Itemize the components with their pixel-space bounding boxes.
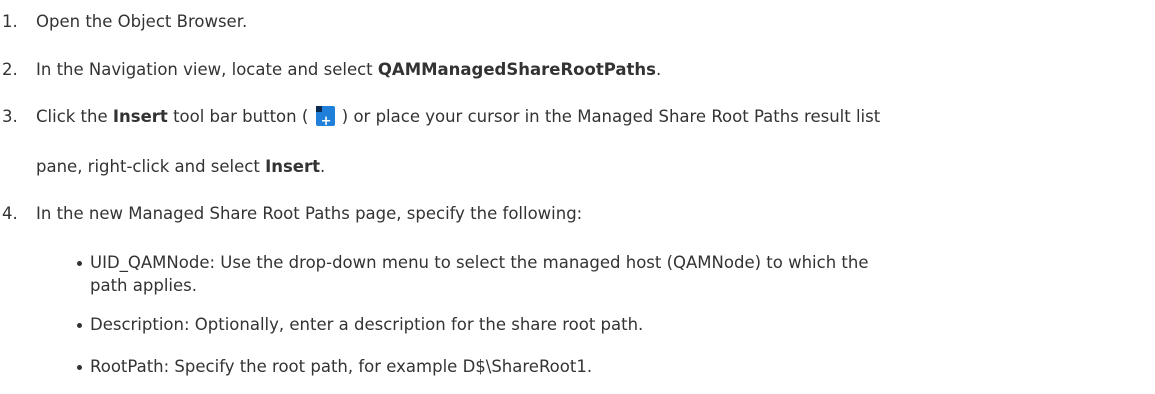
bullet-text: UID_QAMNode: Use the drop-down menu to s… (90, 253, 869, 272)
insert-label: Insert (265, 157, 321, 176)
step-number: 3. (2, 107, 18, 126)
step-1: 1. Open the Object Browser. (2, 10, 247, 34)
bullet-rootpath: RootPath: Specify the root path, for exa… (77, 355, 593, 379)
step-text: pane, right-click and select (36, 157, 266, 176)
step-text: In the new Managed Share Root Paths page… (36, 204, 583, 223)
bullet-description: Description: Optionally, enter a descrip… (77, 313, 644, 337)
step-text-end: . (655, 60, 662, 79)
insert-icon: + (315, 106, 335, 128)
bullet-dot (77, 323, 82, 328)
step-text-mid: tool bar button ( (167, 107, 314, 126)
step-number: 1. (2, 12, 18, 31)
step-2: 2. In the Navigation view, locate and sel… (2, 58, 661, 82)
step-3-continued: pane, right-click and select Insert. (36, 155, 325, 179)
bullet-text: RootPath: Specify the root path, for exa… (90, 357, 593, 376)
step-4: 4. In the new Managed Share Root Paths pa… (2, 202, 582, 226)
step-text: Click the (36, 107, 113, 126)
step-text: Open the Object Browser. (36, 12, 248, 31)
step-text-end: ) or place your cursor in the Managed Sh… (336, 107, 881, 126)
bullet-uid-qamnode-continued: path applies. (90, 274, 197, 298)
bullet-uid-qamnode: UID_QAMNode: Use the drop-down menu to s… (77, 251, 869, 275)
bullet-dot (77, 261, 82, 266)
step-text-end: . (320, 157, 326, 176)
step-number: 2. (2, 60, 18, 79)
insert-label: Insert (112, 107, 168, 126)
step-text: In the Navigation view, locate and selec… (36, 60, 378, 79)
step-number: 4. (2, 204, 18, 223)
bullet-dot (77, 365, 82, 370)
instructions-document: 1. Open the Object Browser. 2. In the Navi… (0, 0, 1155, 394)
bullet-text: path applies. (90, 276, 197, 295)
step-3: 3. Click the Insert tool bar button ( + )… (2, 105, 880, 129)
bullet-text: Description: Optionally, enter a descrip… (90, 315, 644, 334)
object-name: QAMManagedShareRootPaths (377, 60, 656, 79)
